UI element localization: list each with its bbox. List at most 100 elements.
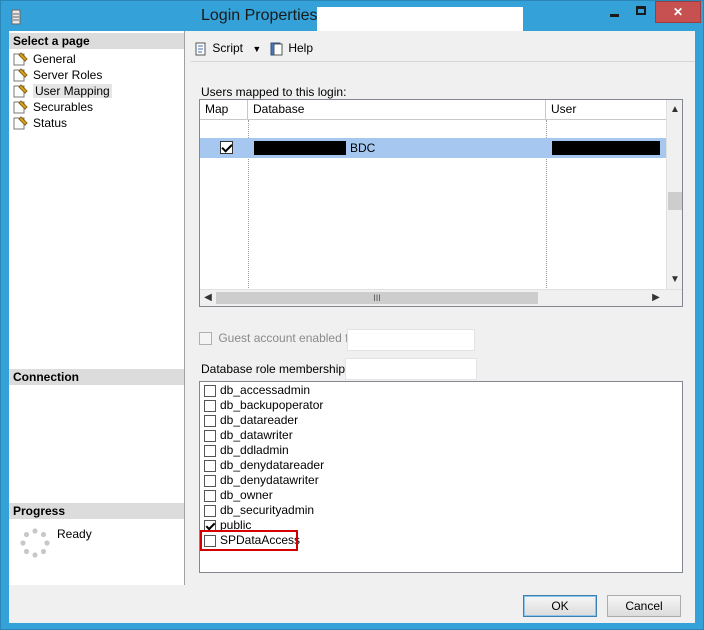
nav-item-general[interactable]: General (13, 51, 112, 67)
dialog-button-bar: OK Cancel (9, 585, 695, 623)
left-pane: Select a page General Server Roles User … (9, 31, 185, 585)
login-properties-window: Login Properties - ✕ Select a page Gener… (0, 0, 704, 630)
role-checkbox[interactable] (204, 534, 216, 547)
app-icon (11, 9, 21, 25)
chevron-down-icon[interactable]: ▼ (252, 44, 261, 54)
role-label: db_datawriter (220, 428, 293, 442)
guest-account-label: Guest account enabled for: (218, 331, 363, 345)
script-icon (195, 42, 206, 56)
grid-horizontal-scrollbar[interactable]: ◀ III ▶ (200, 289, 682, 306)
minimize-button[interactable] (601, 1, 627, 23)
nav-item-label: Securables (33, 100, 94, 114)
guest-account-row: Guest account enabled for: (199, 331, 362, 351)
page-wrench-icon (13, 68, 28, 82)
help-label: Help (288, 41, 314, 55)
scroll-right-icon[interactable]: ▶ (648, 290, 664, 306)
help-button[interactable]: Help (269, 39, 313, 59)
role-checkbox[interactable] (204, 459, 216, 472)
role-database-field (345, 358, 477, 380)
redacted-user-name (552, 141, 660, 155)
title-bar[interactable]: Login Properties - ✕ (1, 1, 703, 31)
redacted-title-area (317, 7, 523, 31)
role-membership-label: Database role membership for: (201, 362, 366, 376)
map-checkbox[interactable] (220, 141, 233, 155)
role-label: db_backupoperator (220, 398, 324, 412)
cancel-button[interactable]: Cancel (607, 595, 681, 617)
column-header-user[interactable]: User (546, 100, 667, 120)
guest-account-checkbox[interactable] (199, 332, 212, 346)
role-label: db_denydatawriter (220, 473, 319, 487)
page-wrench-icon (13, 52, 28, 66)
role-label: db_accessadmin (220, 383, 311, 397)
ok-button[interactable]: OK (523, 595, 597, 617)
scroll-down-icon[interactable]: ▼ (667, 272, 683, 288)
scroll-left-icon[interactable]: ◀ (200, 290, 216, 306)
close-icon: ✕ (672, 5, 684, 19)
list-item[interactable]: db_accessadmin (204, 383, 310, 398)
list-item[interactable]: db_backupoperator (204, 398, 323, 413)
nav-item-label: Server Roles (33, 68, 103, 82)
table-row[interactable]: BDC (200, 138, 667, 158)
page-nav-list: General Server Roles User Mapping Secura… (13, 51, 112, 131)
dialog-client-area: Select a page General Server Roles User … (9, 31, 695, 623)
connection-header: Connection (9, 369, 184, 385)
list-item[interactable]: db_denydatawriter (204, 473, 319, 488)
role-label: db_ddladmin (220, 443, 289, 457)
page-wrench-icon (13, 116, 28, 130)
maximize-icon (636, 6, 646, 15)
role-checkbox[interactable] (204, 399, 216, 412)
nav-item-label: Status (33, 116, 68, 130)
progress-header: Progress (9, 503, 184, 519)
maximize-button[interactable] (628, 1, 654, 23)
nav-item-securables[interactable]: Securables (13, 99, 112, 115)
grid-vertical-scrollbar[interactable]: ▲ ▼ (666, 100, 682, 290)
close-button[interactable]: ✕ (655, 1, 701, 23)
list-item[interactable]: db_datareader (204, 413, 298, 428)
progress-spinner-icon (20, 528, 50, 558)
script-button[interactable]: Script ▼ (193, 39, 261, 59)
nav-item-label: General (33, 52, 76, 66)
nav-item-server-roles[interactable]: Server Roles (13, 67, 112, 83)
role-checkbox[interactable] (204, 489, 216, 502)
role-checkbox[interactable] (204, 444, 216, 457)
grid-header: Map Database User (200, 100, 667, 120)
redacted-database-name (254, 141, 346, 155)
help-icon (270, 42, 283, 56)
progress-status-text: Ready (57, 527, 92, 541)
scroll-thumb[interactable]: III (216, 292, 538, 304)
role-label: db_denydatareader (220, 458, 325, 472)
column-header-database[interactable]: Database (248, 100, 546, 120)
role-checkbox[interactable] (204, 504, 216, 517)
list-item[interactable]: db_ddladmin (204, 443, 289, 458)
guest-database-field (347, 329, 475, 351)
nav-item-label: User Mapping (33, 84, 112, 98)
role-checkbox[interactable] (204, 429, 216, 442)
list-item[interactable]: db_owner (204, 488, 273, 503)
page-wrench-icon (13, 100, 28, 114)
role-label: db_datareader (220, 413, 299, 427)
role-label: db_owner (220, 488, 273, 502)
nav-item-status[interactable]: Status (13, 115, 112, 131)
role-checkbox[interactable] (204, 474, 216, 487)
list-item[interactable]: db_securityadmin (204, 503, 314, 518)
page-wrench-icon (13, 84, 28, 98)
role-checkbox[interactable] (204, 414, 216, 427)
database-name-cell: BDC (350, 141, 376, 155)
toolbar-divider (191, 61, 695, 62)
scroll-thumb[interactable] (668, 192, 682, 210)
select-page-header: Select a page (9, 33, 184, 49)
scroll-up-icon[interactable]: ▲ (667, 102, 683, 118)
script-label: Script (212, 41, 244, 55)
role-label: db_securityadmin (220, 503, 315, 517)
column-header-map[interactable]: Map (200, 100, 248, 120)
role-checkbox[interactable] (204, 384, 216, 397)
nav-item-user-mapping[interactable]: User Mapping (13, 83, 112, 99)
users-mapped-label: Users mapped to this login: (201, 85, 347, 99)
list-item-spdataaccess[interactable]: SPDataAccess (200, 530, 300, 551)
list-item[interactable]: db_denydatareader (204, 458, 324, 473)
user-mapping-grid[interactable]: Map Database User BDC ▲ ▼ ◀ III ▶ (199, 99, 683, 307)
minimize-icon (610, 14, 619, 17)
map-checkbox-cell (220, 141, 233, 161)
role-membership-list[interactable]: db_accessadmin db_backupoperator db_data… (199, 381, 683, 573)
list-item[interactable]: db_datawriter (204, 428, 293, 443)
